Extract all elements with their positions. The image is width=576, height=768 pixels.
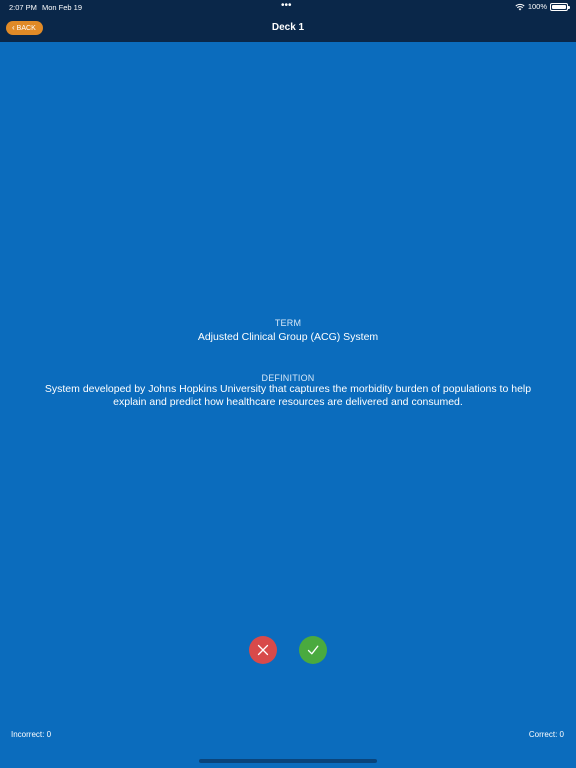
incorrect-count: Incorrect: 0: [11, 730, 52, 739]
navigation-bar: ‹ BACK Deck 1: [0, 14, 576, 42]
answer-buttons: [0, 636, 576, 664]
incorrect-button[interactable]: [249, 636, 277, 664]
status-time: 2:07 PM: [9, 3, 37, 12]
term-section: TERM Adjusted Clinical Group (ACG) Syste…: [0, 318, 576, 343]
correct-count: Correct: 0: [528, 730, 564, 739]
x-icon: [257, 644, 269, 656]
status-bar: 2:07 PM Mon Feb 19 ••• 100%: [0, 0, 576, 14]
term-text: Adjusted Clinical Group (ACG) System: [197, 331, 379, 343]
status-indicators: 100%: [515, 2, 570, 11]
multitasking-dots[interactable]: •••: [281, 1, 292, 11]
term-label: TERM: [274, 318, 302, 328]
wifi-icon: [515, 3, 525, 10]
check-icon: [307, 645, 319, 655]
page-title: Deck 1: [271, 22, 305, 33]
battery-percentage: 100%: [527, 2, 547, 11]
home-indicator[interactable]: [199, 759, 377, 763]
status-date: Mon Feb 19: [42, 3, 83, 12]
correct-button[interactable]: [299, 636, 327, 664]
battery-icon: [550, 2, 570, 11]
definition-text: System developed by Johns Hopkins Univer…: [44, 383, 532, 408]
definition-section: DEFINITION System developed by Johns Hop…: [40, 373, 536, 408]
definition-label: DEFINITION: [261, 373, 315, 383]
